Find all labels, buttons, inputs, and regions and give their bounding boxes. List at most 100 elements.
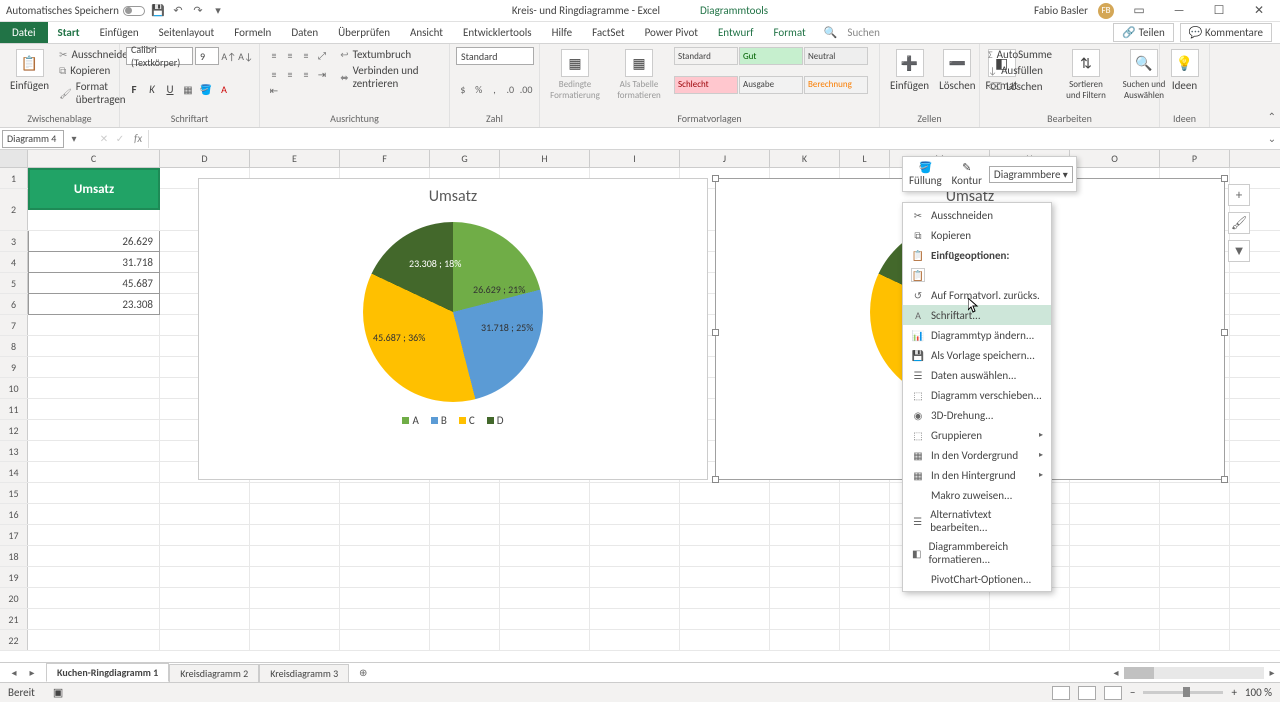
ideas-button[interactable]: 💡Ideen: [1166, 47, 1203, 94]
tab-formulas[interactable]: Formeln: [224, 22, 281, 43]
clear-button[interactable]: ⌫ Löschen: [986, 79, 1054, 94]
save-icon[interactable]: 💾: [151, 4, 165, 18]
mini-outline-button[interactable]: ✎Kontur: [949, 160, 985, 188]
normal-view-button[interactable]: [1052, 686, 1070, 700]
row-header[interactable]: 1: [0, 168, 28, 188]
context-menu-item[interactable]: ☰Alternativtext bearbeiten...: [903, 505, 1051, 537]
search-icon[interactable]: 🔍: [824, 26, 838, 39]
mini-chart-area-select[interactable]: Diagrammbere ▾: [989, 166, 1073, 183]
row-header[interactable]: 20: [0, 588, 28, 608]
hscroll-left-icon[interactable]: ◂: [1108, 665, 1124, 681]
file-tab[interactable]: Datei: [0, 22, 48, 43]
qat-more-icon[interactable]: ▾: [211, 4, 225, 18]
zoom-slider[interactable]: [1143, 691, 1223, 694]
data-cell[interactable]: 26.629: [28, 231, 160, 252]
column-header[interactable]: O: [1070, 150, 1160, 167]
tab-insert[interactable]: Einfügen: [90, 22, 149, 43]
tab-factset[interactable]: FactSet: [582, 22, 635, 43]
dec-decimal-icon[interactable]: .00: [519, 81, 533, 97]
row-header[interactable]: 15: [0, 483, 28, 503]
context-menu-item[interactable]: 💾Als Vorlage speichern...: [903, 345, 1051, 365]
row-header[interactable]: 18: [0, 546, 28, 566]
context-menu-item[interactable]: ✂Ausschneiden: [903, 205, 1051, 225]
row-header[interactable]: 11: [0, 399, 28, 419]
context-menu-item[interactable]: ▦In den Hintergrund: [903, 465, 1051, 485]
fill-button[interactable]: ↓ Ausfüllen: [986, 63, 1054, 78]
namebox-dropdown-icon[interactable]: ▾: [66, 131, 82, 147]
row-header[interactable]: 19: [0, 567, 28, 587]
italic-icon[interactable]: K: [144, 81, 160, 97]
conditional-formatting-button[interactable]: ▦Bedingte Formatierung: [546, 47, 604, 103]
sort-filter-button[interactable]: ⇅Sortieren und Filtern: [1060, 47, 1112, 103]
mini-fill-button[interactable]: 🪣Füllung: [906, 160, 945, 188]
column-header[interactable]: L: [840, 150, 890, 167]
context-menu[interactable]: ✂Ausschneiden⧉Kopieren📋Einfügeoptionen:📋…: [902, 202, 1052, 592]
context-menu-item[interactable]: 📊Diagrammtyp ändern...: [903, 325, 1051, 345]
zoom-out-button[interactable]: −: [1130, 686, 1135, 699]
share-button[interactable]: 🔗 Teilen: [1113, 23, 1173, 42]
new-sheet-button[interactable]: ⊕: [355, 665, 371, 681]
percent-icon[interactable]: %: [472, 81, 486, 97]
undo-icon[interactable]: ↶: [171, 4, 185, 18]
delete-cells-button[interactable]: ➖Löschen: [935, 47, 979, 94]
insert-cells-button[interactable]: ➕Einfügen: [886, 47, 933, 94]
column-header[interactable]: K: [770, 150, 840, 167]
format-as-table-button[interactable]: ▦Als Tabelle formatieren: [610, 47, 668, 103]
row-header[interactable]: 8: [0, 336, 28, 356]
sheet-tab[interactable]: Kreisdiagramm 3: [259, 664, 349, 682]
tab-powerpivot[interactable]: Power Pivot: [635, 22, 708, 43]
expand-formula-icon[interactable]: ⌄: [1264, 131, 1280, 147]
tab-help[interactable]: Hilfe: [542, 22, 582, 43]
context-menu-item[interactable]: 📋Einfügeoptionen:: [903, 245, 1051, 265]
zoom-level[interactable]: 100 %: [1245, 686, 1272, 699]
border-icon[interactable]: ▦: [180, 81, 196, 97]
tab-pagelayout[interactable]: Seitenlayout: [149, 22, 225, 43]
minimize-icon[interactable]: —: [1164, 4, 1194, 18]
redo-icon[interactable]: ↷: [191, 4, 205, 18]
row-header[interactable]: 9: [0, 357, 28, 377]
maximize-icon[interactable]: ☐: [1204, 3, 1234, 18]
row-header[interactable]: 10: [0, 378, 28, 398]
page-layout-view-button[interactable]: [1078, 686, 1096, 700]
row-header[interactable]: 12: [0, 420, 28, 440]
chart-elements-button[interactable]: +: [1228, 184, 1250, 206]
inc-decimal-icon[interactable]: .0: [503, 81, 517, 97]
context-menu-item[interactable]: ⧉Kopieren: [903, 225, 1051, 245]
row-header[interactable]: 5: [0, 273, 28, 293]
row-header[interactable]: 4: [0, 252, 28, 272]
row-header[interactable]: 3: [0, 231, 28, 251]
underline-icon[interactable]: U: [162, 81, 178, 97]
user-avatar[interactable]: FB: [1098, 3, 1114, 19]
merge-center-button[interactable]: ⬌ Verbinden und zentrieren: [338, 63, 443, 91]
font-name-select[interactable]: Calibri (Textkörper): [126, 47, 193, 65]
fill-color-icon[interactable]: 🪣: [198, 81, 214, 97]
ribbon-options-icon[interactable]: ▭: [1124, 3, 1154, 18]
tab-start[interactable]: Start: [48, 22, 90, 43]
row-header[interactable]: 22: [0, 630, 28, 650]
cell-styles-gallery[interactable]: Standard Gut Neutral Schlecht Ausgabe Be…: [674, 47, 873, 103]
bold-icon[interactable]: F: [126, 81, 142, 97]
tab-view[interactable]: Ansicht: [400, 22, 453, 43]
data-header-cell[interactable]: Umsatz: [28, 168, 160, 210]
context-menu-item[interactable]: Makro zuweisen...: [903, 485, 1051, 505]
context-menu-item[interactable]: ASchriftart...: [903, 305, 1051, 325]
hscroll-right-icon[interactable]: ▸: [1264, 665, 1280, 681]
row-header[interactable]: 2: [0, 189, 28, 230]
user-name[interactable]: Fabio Basler: [1034, 4, 1088, 17]
enter-formula-icon[interactable]: ✓: [112, 131, 128, 147]
macro-record-icon[interactable]: ▣: [53, 686, 63, 699]
row-header[interactable]: 17: [0, 525, 28, 545]
tab-design[interactable]: Entwurf: [708, 22, 764, 43]
row-header[interactable]: 21: [0, 609, 28, 629]
name-box[interactable]: Diagramm 4: [2, 130, 64, 148]
fx-icon[interactable]: fx: [128, 132, 148, 145]
context-menu-item[interactable]: ◧Diagrammbereich formatieren...: [903, 537, 1051, 569]
wrap-text-button[interactable]: ↩ Textumbruch: [338, 47, 443, 62]
close-icon[interactable]: ✕: [1244, 3, 1274, 18]
font-size-select[interactable]: 9: [195, 47, 219, 65]
font-color-icon[interactable]: A: [216, 81, 232, 97]
grow-font-icon[interactable]: A↑: [221, 48, 236, 64]
horizontal-scrollbar[interactable]: [1124, 667, 1264, 679]
context-menu-item[interactable]: ↺Auf Formatvorl. zurücks.: [903, 285, 1051, 305]
column-header[interactable]: G: [430, 150, 500, 167]
